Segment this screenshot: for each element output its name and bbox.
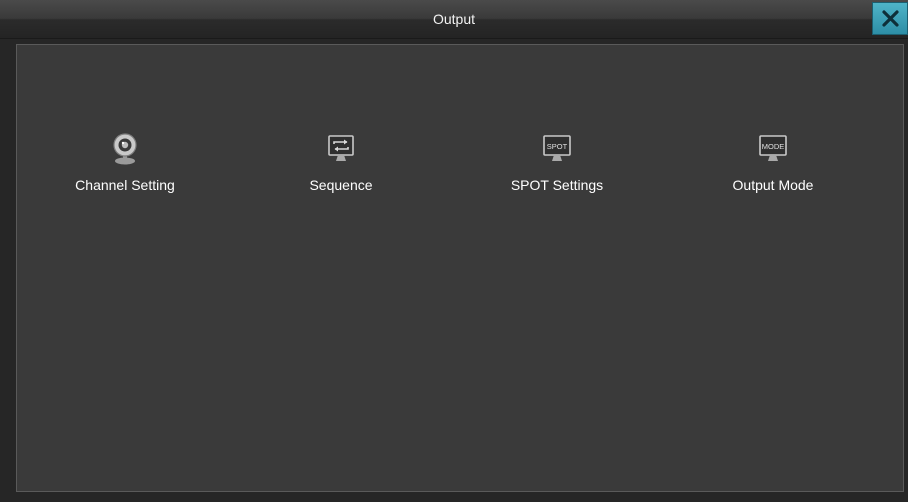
window-title: Output [432,11,476,27]
spot-icon-text: SPOT [547,142,568,151]
spot-monitor-icon: SPOT [543,133,571,165]
close-icon [882,10,899,27]
mode-monitor-icon: MODE [759,133,787,165]
output-menu: Channel Setting Sequence SPOT SPOT Setti… [17,133,905,203]
spot-settings-label: SPOT Settings [510,177,604,193]
close-button[interactable] [872,2,908,35]
output-mode-label: Output Mode [732,177,814,193]
channel-setting-item[interactable]: Channel Setting [25,133,225,203]
output-window: Output Channel Setting Sequence SPOT SPO… [0,0,908,502]
content-panel: Channel Setting Sequence SPOT SPOT Setti… [16,44,904,492]
webcam-icon [111,133,139,165]
sequence-label: Sequence [309,177,373,193]
sequence-item[interactable]: Sequence [241,133,441,203]
spot-settings-item[interactable]: SPOT SPOT Settings [457,133,657,203]
output-mode-item[interactable]: MODE Output Mode [673,133,873,203]
title-bar: Output [0,0,908,39]
sequence-monitor-icon [327,133,355,165]
channel-setting-label: Channel Setting [75,177,175,193]
mode-icon-text: MODE [762,142,785,151]
